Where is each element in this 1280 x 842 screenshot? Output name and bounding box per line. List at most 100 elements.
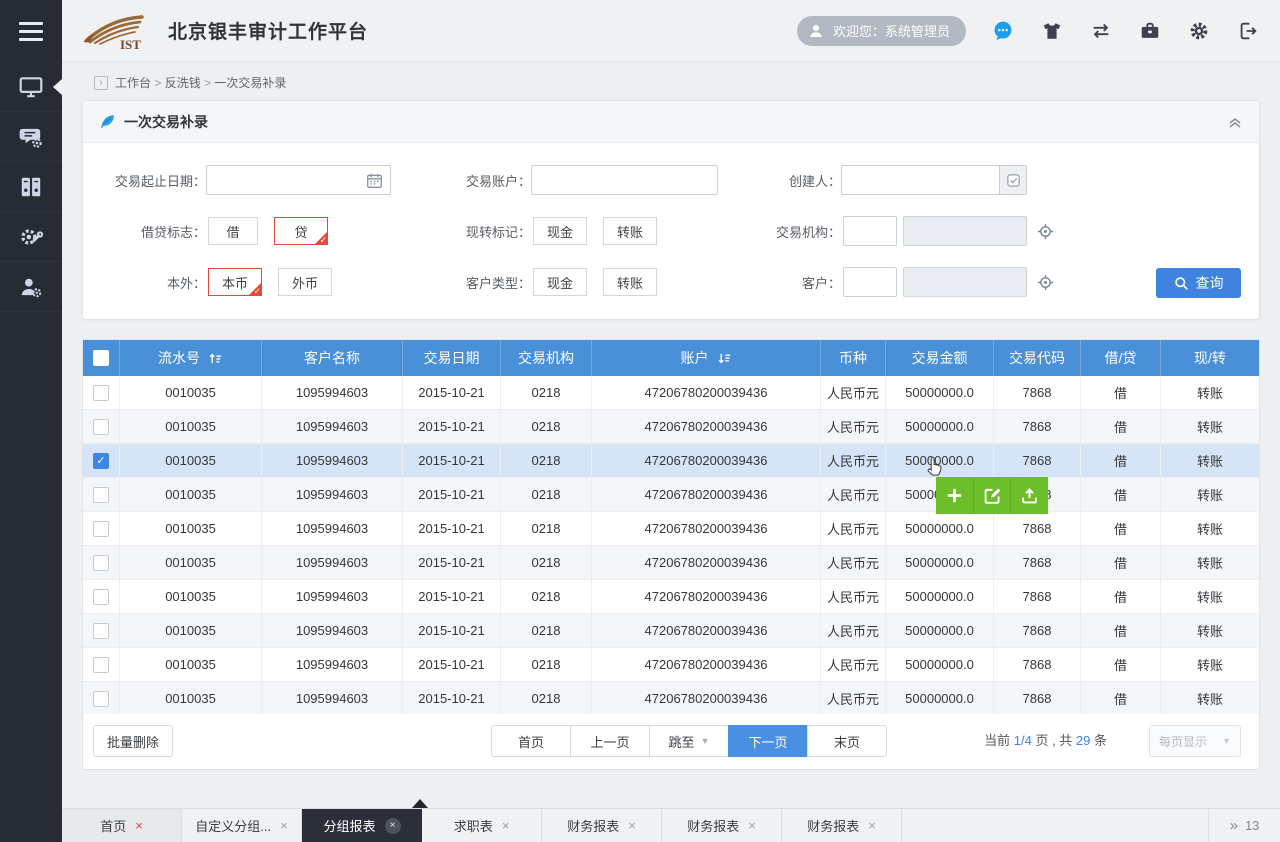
date-range-input[interactable]	[206, 165, 391, 195]
row-checkbox[interactable]	[93, 555, 109, 571]
tab-close-icon[interactable]: ×	[135, 819, 143, 832]
jump-page-button[interactable]: 跳至▼	[649, 725, 729, 757]
toggle-ctype-transfer[interactable]: 转账✓	[603, 268, 657, 296]
row-checkbox-cell[interactable]	[83, 614, 120, 647]
row-checkbox[interactable]	[93, 385, 109, 401]
switch-button[interactable]	[1089, 19, 1113, 43]
sort-desc-icon[interactable]	[717, 351, 732, 366]
row-checkbox[interactable]	[93, 623, 109, 639]
prev-page-button[interactable]: 上一页	[570, 725, 650, 757]
toggle-loan-borrow[interactable]: 借✓	[208, 217, 258, 245]
sidebar-item-system-tools[interactable]	[0, 212, 62, 262]
add-row-button[interactable]	[936, 477, 974, 514]
toggle-cash[interactable]: 现金✓	[533, 217, 587, 245]
col-currency[interactable]: 币种	[821, 340, 886, 376]
logout-button[interactable]	[1236, 19, 1260, 43]
row-checkbox-cell[interactable]	[83, 512, 120, 545]
breadcrumb-item[interactable]: 一次交易补录	[214, 76, 286, 90]
toolbox-button[interactable]	[1138, 19, 1162, 43]
creator-select-button[interactable]	[999, 166, 1026, 194]
tab-close-icon[interactable]: ×	[868, 819, 876, 832]
trade-org-name-input[interactable]	[903, 216, 1027, 246]
row-checkbox-cell[interactable]: ✓	[83, 444, 120, 477]
settings-button[interactable]	[1187, 19, 1211, 43]
target-picker-icon[interactable]	[1037, 223, 1054, 240]
row-checkbox[interactable]: ✓	[93, 453, 109, 469]
row-checkbox-cell[interactable]	[83, 376, 120, 409]
table-row[interactable]: 001003510959946032015-10-210218472067802…	[83, 410, 1259, 444]
upload-row-button[interactable]	[1011, 477, 1048, 514]
col-customer-name[interactable]: 客户名称	[262, 340, 403, 376]
tab-财务报表[interactable]: 财务报表×	[782, 809, 902, 842]
row-checkbox[interactable]	[93, 419, 109, 435]
row-checkbox[interactable]	[93, 691, 109, 707]
target-picker-icon[interactable]	[1037, 274, 1054, 291]
tab-分组报表[interactable]: 分组报表×	[302, 809, 422, 842]
col-account[interactable]: 账户	[592, 340, 821, 376]
col-loan-flag[interactable]: 借/贷	[1081, 340, 1161, 376]
edit-row-button[interactable]	[974, 477, 1012, 514]
tab-财务报表[interactable]: 财务报表×	[662, 809, 782, 842]
sidebar-item-messages[interactable]	[0, 112, 62, 162]
theme-button[interactable]	[1040, 19, 1064, 43]
tab-财务报表[interactable]: 财务报表×	[542, 809, 662, 842]
table-row[interactable]: 001003510959946032015-10-210218472067802…	[83, 376, 1259, 410]
table-row[interactable]: 001003510959946032015-10-210218472067802…	[83, 512, 1259, 546]
table-row[interactable]: 001003510959946032015-10-210218472067802…	[83, 546, 1259, 580]
tab-close-icon[interactable]: ×	[385, 818, 401, 834]
row-checkbox-cell[interactable]	[83, 580, 120, 613]
toggle-loan-lend[interactable]: 贷✓	[274, 217, 328, 245]
table-row[interactable]: 001003510959946032015-10-210218472067802…	[83, 478, 1259, 512]
table-row[interactable]: ✓001003510959946032015-10-21021847206780…	[83, 444, 1259, 478]
col-trade-org[interactable]: 交易机构	[501, 340, 592, 376]
trade-org-code-input[interactable]	[843, 216, 897, 246]
col-cash-flag[interactable]: 现/转	[1161, 340, 1259, 376]
row-checkbox[interactable]	[93, 521, 109, 537]
breadcrumb-item[interactable]: 反洗钱	[165, 76, 201, 90]
sidebar-item-user-admin[interactable]	[0, 262, 62, 312]
breadcrumb-item[interactable]: 工作台	[115, 76, 151, 90]
batch-delete-button[interactable]: 批量删除	[93, 725, 173, 757]
table-row[interactable]: 001003510959946032015-10-210218472067802…	[83, 682, 1259, 716]
col-amount[interactable]: 交易金额	[886, 340, 994, 376]
toggle-transfer[interactable]: 转账✓	[603, 217, 657, 245]
col-trade-code[interactable]: 交易代码	[994, 340, 1081, 376]
tab-求职表[interactable]: 求职表×	[422, 809, 542, 842]
toggle-ctype-cash[interactable]: 现金✓	[533, 268, 587, 296]
last-page-button[interactable]: 末页	[807, 725, 887, 757]
collapse-button[interactable]	[1227, 114, 1243, 130]
trade-account-input[interactable]	[531, 165, 718, 195]
row-checkbox-cell[interactable]	[83, 478, 120, 511]
table-row[interactable]: 001003510959946032015-10-210218472067802…	[83, 614, 1259, 648]
sidebar-item-workbench[interactable]	[0, 62, 62, 112]
tab-自定义分组...[interactable]: 自定义分组...×	[182, 809, 302, 842]
customer-code-input[interactable]	[843, 267, 897, 297]
tab-close-icon[interactable]: ×	[628, 819, 636, 832]
toggle-foreign-currency[interactable]: 外币✓	[278, 268, 332, 296]
sidebar-item-archive[interactable]	[0, 162, 62, 212]
tab-close-icon[interactable]: ×	[280, 819, 288, 832]
first-page-button[interactable]: 首页	[491, 725, 571, 757]
message-button[interactable]	[991, 19, 1015, 43]
menu-toggle-button[interactable]	[0, 0, 62, 62]
tab-close-icon[interactable]: ×	[748, 819, 756, 832]
search-button[interactable]: 查询	[1156, 268, 1241, 298]
next-page-button[interactable]: 下一页	[728, 725, 808, 757]
row-checkbox-cell[interactable]	[83, 410, 120, 443]
row-checkbox-cell[interactable]	[83, 682, 120, 715]
row-checkbox[interactable]	[93, 487, 109, 503]
creator-input[interactable]	[841, 165, 1027, 195]
select-all-checkbox[interactable]	[93, 350, 109, 366]
row-checkbox[interactable]	[93, 657, 109, 673]
row-checkbox-cell[interactable]	[83, 648, 120, 681]
calendar-icon[interactable]	[366, 172, 383, 189]
page-size-select[interactable]: 每页显示▼	[1149, 725, 1241, 757]
select-all-cell[interactable]	[83, 340, 120, 376]
col-trade-date[interactable]: 交易日期	[403, 340, 501, 376]
sort-asc-icon[interactable]	[208, 351, 223, 366]
row-checkbox-cell[interactable]	[83, 546, 120, 579]
col-serial[interactable]: 流水号	[120, 340, 262, 376]
table-row[interactable]: 001003510959946032015-10-210218472067802…	[83, 580, 1259, 614]
tab-overflow-button[interactable]: » 13	[1208, 809, 1280, 842]
tab-首页[interactable]: 首页×	[62, 809, 182, 842]
